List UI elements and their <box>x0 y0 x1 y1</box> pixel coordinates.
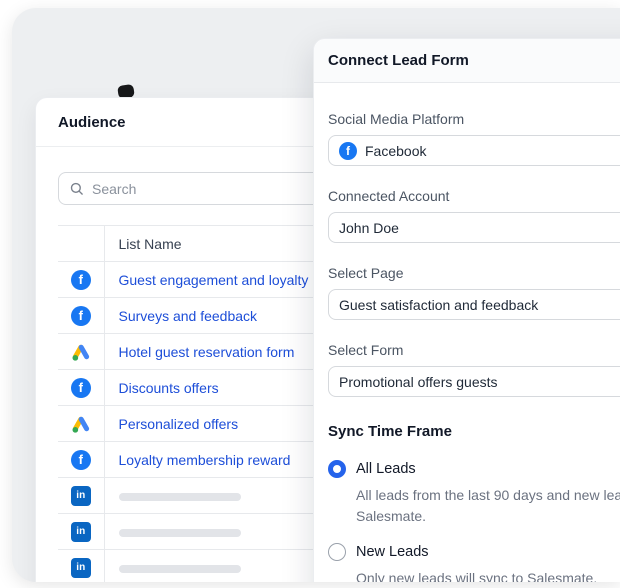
page-select-value: Guest satisfaction and feedback <box>339 296 539 313</box>
facebook-icon: f <box>70 377 91 398</box>
radio-option-all-leads: All Leads All leads from the last 90 day… <box>328 460 620 527</box>
modal-body: Social Media Platform f Facebook Connect… <box>314 83 620 582</box>
field-social-media-platform: Social Media Platform f Facebook <box>328 111 620 166</box>
radio-selected-icon[interactable] <box>328 460 346 478</box>
facebook-icon: f <box>70 305 91 326</box>
form-select[interactable]: Promotional offers guests <box>328 366 620 397</box>
modal-header: Connect Lead Form <box>314 39 620 83</box>
list-link[interactable]: Loyalty membership reward <box>119 452 291 468</box>
form-select-value: Promotional offers guests <box>339 373 498 390</box>
all-leads-radio[interactable]: All Leads <box>328 460 620 478</box>
facebook-icon: f <box>339 141 357 160</box>
field-label: Select Form <box>328 342 404 358</box>
field-select-page: Select Page Guest satisfaction and feedb… <box>328 265 620 320</box>
field-select-form: Select Form Promotional offers guests <box>328 342 620 397</box>
linkedin-icon: in <box>70 485 91 506</box>
sync-time-frame-heading: Sync Time Frame <box>328 423 452 440</box>
modal-title: Connect Lead Form <box>328 52 469 69</box>
placeholder-bar <box>118 528 241 537</box>
radio-description: Only new leads will sync to Salesmate. <box>356 570 598 582</box>
app-canvas: Audience List Name f Guest e <box>12 8 620 582</box>
radio-label: All Leads <box>356 461 416 477</box>
field-label: Connected Account <box>328 188 450 204</box>
google-ads-icon <box>71 414 91 434</box>
linkedin-icon: in <box>70 521 91 542</box>
account-select[interactable]: John Doe <box>328 212 620 243</box>
radio-unselected-icon[interactable] <box>328 543 346 561</box>
list-link[interactable]: Discounts offers <box>119 380 219 396</box>
linkedin-icon: in <box>70 557 91 578</box>
field-connected-account: Connected Account John Doe <box>328 188 620 243</box>
list-link[interactable]: Personalized offers <box>119 416 239 432</box>
audience-title: Audience <box>58 113 126 131</box>
google-ads-icon <box>71 342 91 362</box>
placeholder-bar <box>118 492 241 501</box>
field-label: Select Page <box>328 265 404 281</box>
page-select[interactable]: Guest satisfaction and feedback <box>328 289 620 320</box>
new-leads-radio[interactable]: New Leads <box>328 543 620 561</box>
facebook-icon: f <box>70 449 91 470</box>
icon-column-header <box>58 225 105 262</box>
radio-option-new-leads: New Leads Only new leads will sync to Sa… <box>328 543 620 582</box>
list-link[interactable]: Surveys and feedback <box>119 308 258 324</box>
placeholder-bar <box>118 564 241 573</box>
connect-lead-form-panel: Connect Lead Form Social Media Platform … <box>313 38 620 582</box>
list-link[interactable]: Hotel guest reservation form <box>119 344 295 360</box>
platform-select-value: Facebook <box>365 142 427 159</box>
account-select-value: John Doe <box>339 219 399 236</box>
platform-select[interactable]: f Facebook <box>328 135 620 166</box>
search-icon <box>69 181 84 196</box>
field-label: Social Media Platform <box>328 111 465 127</box>
list-link[interactable]: Guest engagement and loyalty <box>119 272 309 288</box>
facebook-icon: f <box>70 269 91 290</box>
radio-description: All leads from the last 90 days and new … <box>356 487 620 524</box>
radio-label: New Leads <box>356 544 429 560</box>
